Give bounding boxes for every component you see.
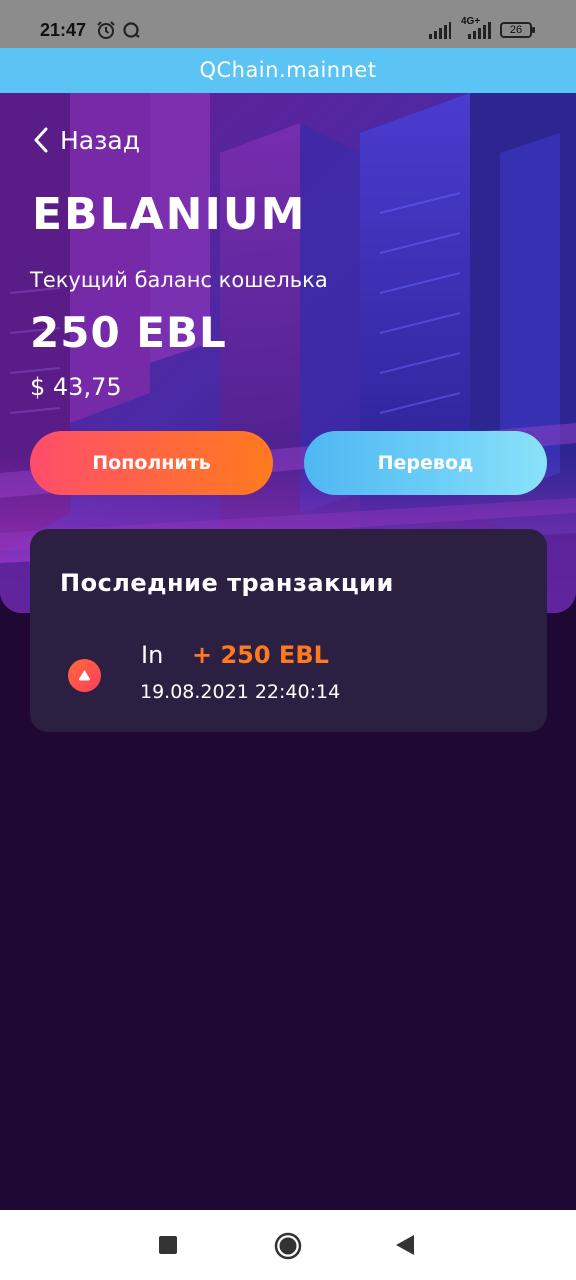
alarm-icon xyxy=(97,21,115,39)
arrow-up-icon xyxy=(79,670,90,681)
battery-icon: 26 xyxy=(500,22,535,38)
recent-transactions-card: Последние транзакции In + 250 EBL 19.08.… xyxy=(30,529,547,732)
system-nav-bar xyxy=(0,1210,576,1280)
back-button[interactable]: Назад xyxy=(30,123,140,157)
back-label: Назад xyxy=(60,125,141,155)
transaction-direction: In xyxy=(141,641,164,669)
transaction-amount: + 250 EBL xyxy=(192,641,329,669)
transfer-button[interactable]: Перевод xyxy=(304,431,547,495)
battery-level: 26 xyxy=(509,24,523,36)
network-banner: QChain.mainnet xyxy=(0,48,576,93)
transaction-icon xyxy=(68,659,101,692)
status-time: 21:47 xyxy=(40,20,87,40)
chevron-left-icon xyxy=(34,127,48,153)
topup-button[interactable]: Пополнить xyxy=(30,431,273,495)
balance-usd: $ 43,75 xyxy=(30,373,122,401)
signal-icon xyxy=(429,22,451,39)
wallet-screen: 21:47 4G+ 26 QChain.mainnet Назад EBLANI… xyxy=(0,0,576,1280)
status-bar: 21:47 4G+ 26 xyxy=(0,0,576,48)
transactions-title: Последние транзакции xyxy=(60,569,394,597)
transaction-date: 19.08.2021 22:40:14 xyxy=(140,681,341,703)
q-icon xyxy=(123,22,140,38)
back-triangle-icon[interactable] xyxy=(396,1235,414,1255)
home-circle-icon[interactable] xyxy=(274,1232,302,1260)
recents-square-icon[interactable] xyxy=(159,1236,177,1254)
signal-icon xyxy=(468,22,491,39)
balance-value: 250 EBL xyxy=(30,308,227,357)
token-name: EBLANIUM xyxy=(32,189,307,240)
balance-caption: Текущий баланс кошелька xyxy=(30,268,328,292)
